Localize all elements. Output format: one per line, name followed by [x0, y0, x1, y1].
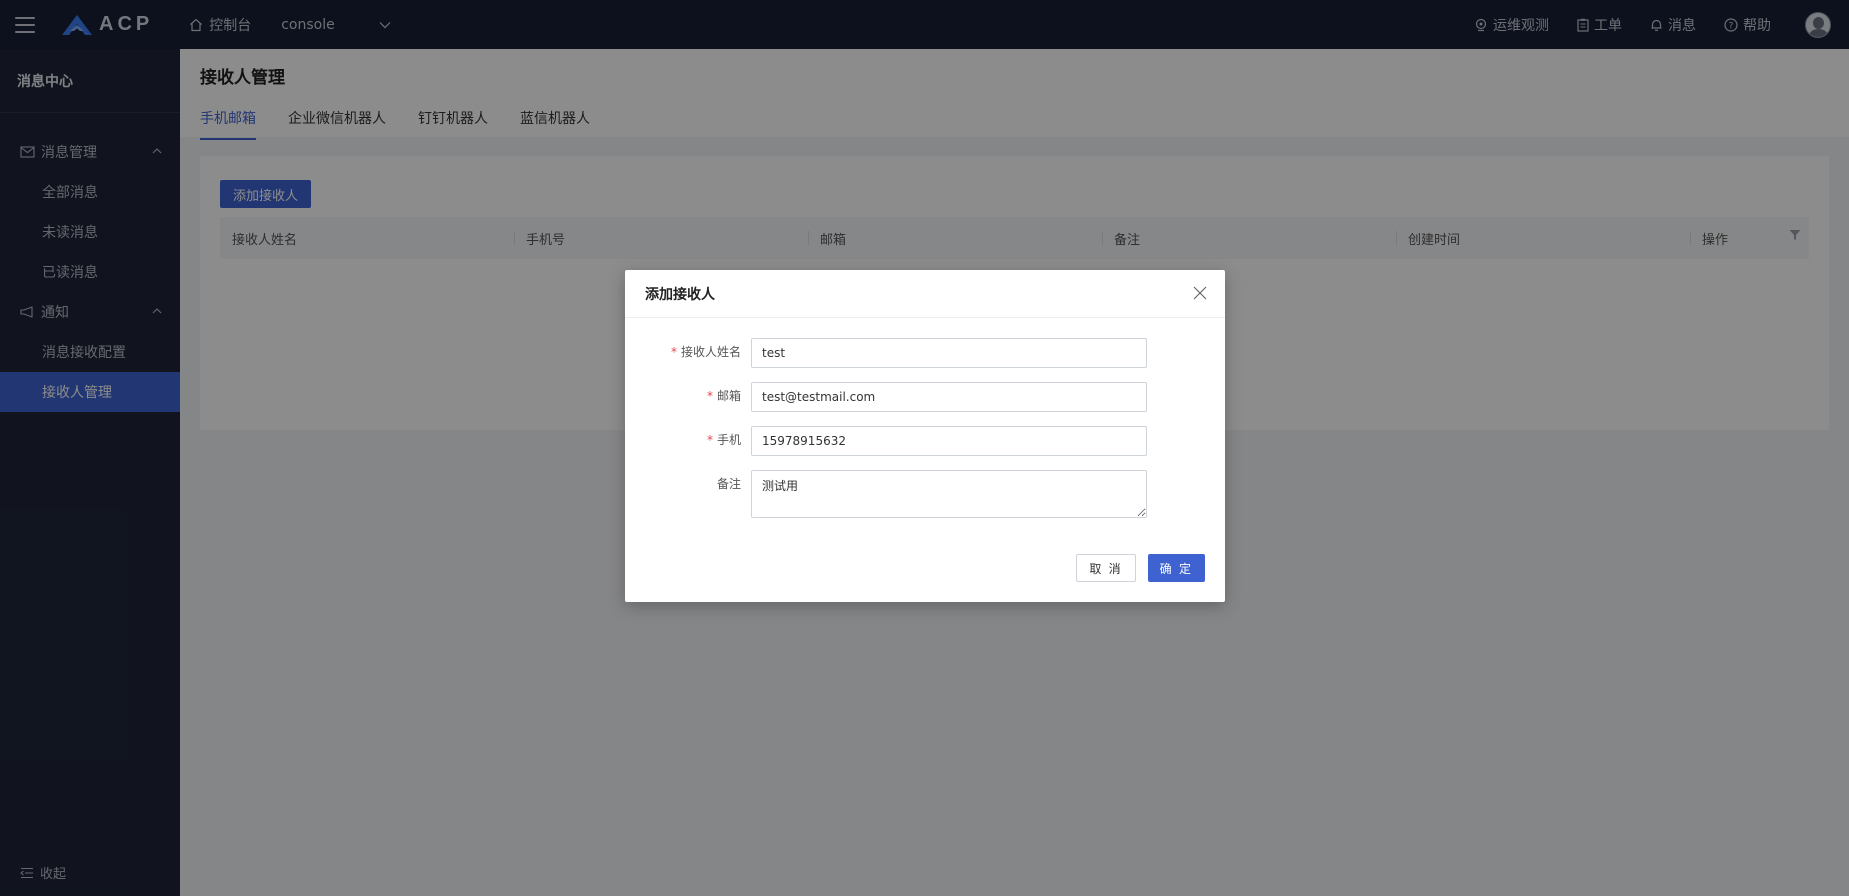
required-mark: * — [706, 433, 713, 447]
dialog-title: 添加接收人 — [645, 286, 715, 303]
dialog-footer: 取 消 确 定 — [1076, 554, 1205, 582]
form-row-email: * 邮箱 — [625, 382, 1225, 412]
confirm-button[interactable]: 确 定 — [1147, 554, 1205, 582]
form-row-phone: * 手机 — [625, 426, 1225, 456]
dialog-header: 添加接收人 — [625, 270, 1225, 318]
cancel-button[interactable]: 取 消 — [1076, 554, 1136, 582]
form-row-remark: 备注 测试用 — [625, 470, 1225, 518]
email-field-label: * 邮箱 — [706, 389, 741, 403]
email-input[interactable] — [751, 382, 1147, 412]
required-mark: * — [706, 389, 713, 403]
phone-field-label: * 手机 — [706, 433, 741, 447]
remark-field-label: 备注 — [716, 477, 741, 491]
name-field-label: * 接收人姓名 — [670, 345, 741, 359]
add-receiver-dialog: 添加接收人 *接收人姓名 *邮箱 *手机 备注 测试用 取 消 确 定 — [625, 270, 1225, 602]
receiver-name-input[interactable] — [751, 338, 1147, 368]
remark-textarea[interactable]: 测试用 — [751, 470, 1147, 518]
required-mark: * — [670, 345, 677, 359]
phone-input[interactable] — [751, 426, 1147, 456]
form-row-name: * 接收人姓名 — [625, 338, 1225, 368]
close-icon[interactable] — [1193, 286, 1207, 300]
